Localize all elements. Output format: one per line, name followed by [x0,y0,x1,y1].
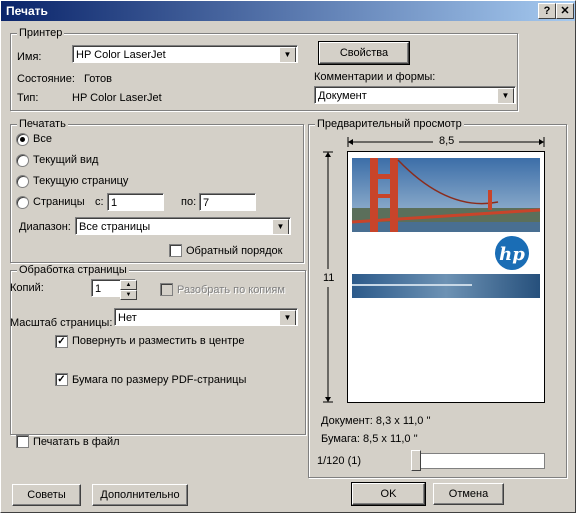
page-counter-text: 1/120 (1) [317,455,362,467]
preview-page: hp [347,151,545,403]
cancel-button[interactable]: Отмена [433,483,504,505]
spin-down-icon[interactable]: ▼ [120,290,137,300]
printer-name-select[interactable]: HP Color LaserJet ▼ [72,45,298,63]
paper-size-text: Бумага: 8,5 x 11,0 '' [321,433,418,445]
to-label: по: [181,196,197,208]
comments-label: Комментарии и формы: [314,71,436,83]
preview-height-label: 11 [323,272,335,284]
print-dialog: Печать ? ✕ Принтер Имя: HP Color LaserJe… [0,0,576,513]
printer-status-label: Состояние: [17,73,75,85]
tips-button[interactable]: Советы [12,484,81,506]
print-to-file-checkbox[interactable] [16,435,29,448]
title-bar[interactable]: Печать ? ✕ [1,1,575,21]
help-button[interactable]: ? [538,3,556,19]
preview-group-label: Предварительный просмотр [315,118,464,130]
printer-type-value: HP Color LaserJet [72,92,162,104]
range-value: Все страницы [79,221,151,233]
chevron-down-icon[interactable]: ▼ [497,88,514,103]
page-slider-thumb[interactable] [411,450,421,471]
document-size-text: Документ: 8,3 x 11,0 '' [321,415,431,427]
radio-all[interactable] [16,133,29,146]
preview-image: hp [351,158,541,298]
radio-current-page-label: Текущую страницу [33,175,129,187]
ok-button[interactable]: OK [351,482,426,506]
collate-checkbox[interactable] [160,283,173,296]
properties-button[interactable]: Свойства [318,41,410,65]
scale-select[interactable]: Нет ▼ [114,308,298,326]
to-page-input[interactable]: 7 [199,193,256,211]
close-button[interactable]: ✕ [556,3,574,19]
page-slider[interactable] [411,453,545,469]
comments-value: Документ [318,90,367,102]
print-range-group-label: Печатать [17,118,68,130]
printer-name-value: HP Color LaserJet [76,49,166,61]
reverse-order-label: Обратный порядок [186,245,283,257]
from-page-input[interactable]: 1 [107,193,164,211]
copies-value: 1 [95,283,102,295]
printer-group-label: Принтер [17,27,65,39]
chevron-down-icon[interactable]: ▼ [279,310,296,325]
copies-label: Копий: [10,282,44,294]
printer-name-label: Имя: [17,51,42,63]
preview-width-label: 8,5 [439,135,455,147]
advanced-button[interactable]: Дополнительно [92,484,188,506]
reverse-order-checkbox[interactable] [169,244,182,257]
printer-type-label: Тип: [17,92,39,104]
comments-select[interactable]: Документ ▼ [314,86,516,104]
collate-label: Разобрать по копиям [177,284,285,296]
radio-current-view-label: Текущий вид [33,154,99,166]
range-select[interactable]: Все страницы ▼ [75,217,291,235]
window-title: Печать [6,4,48,18]
pdf-paper-size-checkbox[interactable]: ✓ [55,373,68,386]
copies-stepper[interactable]: ▲ ▼ [120,280,137,300]
radio-current-page[interactable] [16,175,29,188]
from-label: с: [95,196,104,208]
chevron-down-icon[interactable]: ▼ [272,219,289,234]
scale-label: Масштаб страницы: [10,317,113,329]
printer-status-value: Готов [84,73,112,85]
radio-all-label: Все [33,133,52,145]
hp-logo: hp [499,244,525,265]
page-handling-group-label: Обработка страницы [17,264,129,276]
rotate-center-label: Повернуть и разместить в центре [72,335,245,347]
range-label: Диапазон: [19,221,71,233]
radio-current-view[interactable] [16,154,29,167]
rotate-center-checkbox[interactable]: ✓ [55,335,68,348]
scale-value: Нет [118,312,137,324]
spin-up-icon[interactable]: ▲ [120,280,137,290]
radio-pages[interactable] [16,196,29,209]
radio-pages-label: Страницы [33,196,85,208]
chevron-down-icon[interactable]: ▼ [279,47,296,62]
print-to-file-label: Печатать в файл [33,436,120,448]
pdf-paper-size-label: Бумага по размеру PDF-страницы [72,374,247,386]
